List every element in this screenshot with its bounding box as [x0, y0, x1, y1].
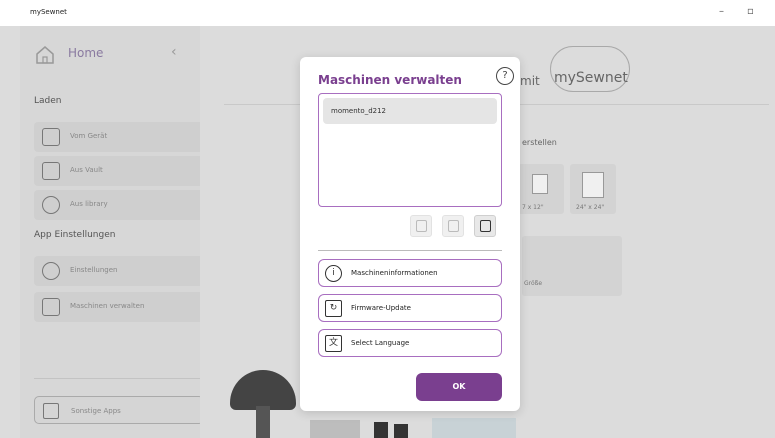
add-machine-icon	[480, 220, 491, 232]
sidebar-item-label: Vom Gerät	[70, 132, 108, 140]
trash-icon	[448, 220, 459, 232]
sidebar: Home ‹ Laden Vom Gerät Aus Vault Aus lib…	[20, 26, 204, 438]
delete-machine-button[interactable]	[442, 215, 464, 237]
title-bar: mySewnet – ▫	[0, 0, 775, 26]
sidebar-item-label: Maschinen verwalten	[70, 302, 145, 310]
select-language-button[interactable]: 文 Select Language	[318, 329, 502, 357]
library-icon	[42, 196, 60, 214]
minimize-button[interactable]: –	[719, 6, 724, 17]
ok-button[interactable]: OK	[416, 373, 502, 401]
home-icon	[36, 46, 54, 64]
sidebar-item-einstellungen[interactable]: Einstellungen	[34, 256, 204, 286]
custom-size-card[interactable]	[522, 236, 622, 296]
sidebar-item-label: Aus Vault	[70, 166, 103, 174]
other-apps-button[interactable]: Sonstige Apps	[34, 396, 204, 424]
hoop-tile-label: 7 x 12"	[522, 204, 544, 211]
brand-name: mySewnet	[554, 70, 628, 86]
sidebar-item-maschinen-verwalten[interactable]: Maschinen verwalten	[34, 292, 204, 322]
sidebar-divider	[34, 378, 204, 379]
decorative-mushroom	[230, 370, 296, 410]
manage-machines-dialog: Maschinen verwalten ? momento_d212 i Mas…	[300, 57, 520, 411]
help-icon[interactable]: ?	[496, 67, 514, 85]
decorative-shape	[374, 422, 388, 438]
collapse-sidebar-icon[interactable]: ‹	[171, 44, 177, 60]
machine-info-button[interactable]: i Maschineninformationen	[318, 259, 502, 287]
sidebar-item-label: Einstellungen	[70, 266, 118, 274]
section-laden: Laden	[34, 96, 62, 106]
hoop-tile-7x12[interactable]: 7 x 12"	[518, 164, 564, 214]
sidebar-item-label: Aus library	[70, 200, 108, 208]
sidebar-item-vom-geraet[interactable]: Vom Gerät	[34, 122, 204, 152]
document-icon	[532, 174, 548, 194]
machine-list-item[interactable]: momento_d212	[323, 98, 497, 124]
apps-icon	[43, 403, 59, 419]
sidebar-item-aus-library[interactable]: Aus library	[34, 190, 204, 220]
info-icon: i	[325, 265, 342, 282]
add-machine-button[interactable]	[474, 215, 496, 237]
select-language-label: Select Language	[351, 339, 410, 347]
vault-icon	[42, 162, 60, 180]
device-icon	[42, 128, 60, 146]
machine-info-label: Maschineninformationen	[351, 269, 438, 277]
edit-machine-button[interactable]	[410, 215, 432, 237]
home-label: Home	[68, 46, 104, 60]
sidebar-item-aus-vault[interactable]: Aus Vault	[34, 156, 204, 186]
home-nav[interactable]: Home ‹	[34, 44, 194, 68]
create-section-label: erstellen	[522, 138, 557, 147]
decorative-mushroom-stem	[256, 406, 270, 438]
dialog-title: Maschinen verwalten	[318, 73, 462, 87]
brand-mit: mit	[520, 74, 540, 88]
hoop-tile-24x24[interactable]: 24" x 24"	[570, 164, 616, 214]
section-app-einstellungen: App Einstellungen	[34, 230, 116, 240]
document-icon	[582, 172, 604, 198]
machine-icon	[42, 298, 60, 316]
machine-name: momento_d212	[331, 107, 386, 115]
decorative-shape	[432, 418, 516, 438]
dialog-divider	[318, 250, 502, 251]
machine-list[interactable]: momento_d212	[318, 93, 502, 207]
decorative-shape	[310, 420, 360, 438]
firmware-update-label: Firmware-Update	[351, 304, 411, 312]
custom-size-label: Größe	[524, 280, 543, 287]
hoop-tile-label: 24" x 24"	[576, 204, 605, 211]
app-title: mySewnet	[30, 8, 67, 16]
other-apps-label: Sonstige Apps	[71, 407, 121, 415]
gear-icon	[42, 262, 60, 280]
language-icon: 文	[325, 335, 342, 352]
firmware-update-button[interactable]: ↻ Firmware-Update	[318, 294, 502, 322]
decorative-shape	[394, 424, 408, 438]
maximize-button[interactable]: ▫	[747, 6, 754, 17]
edit-icon	[416, 220, 427, 232]
firmware-update-icon: ↻	[325, 300, 342, 317]
